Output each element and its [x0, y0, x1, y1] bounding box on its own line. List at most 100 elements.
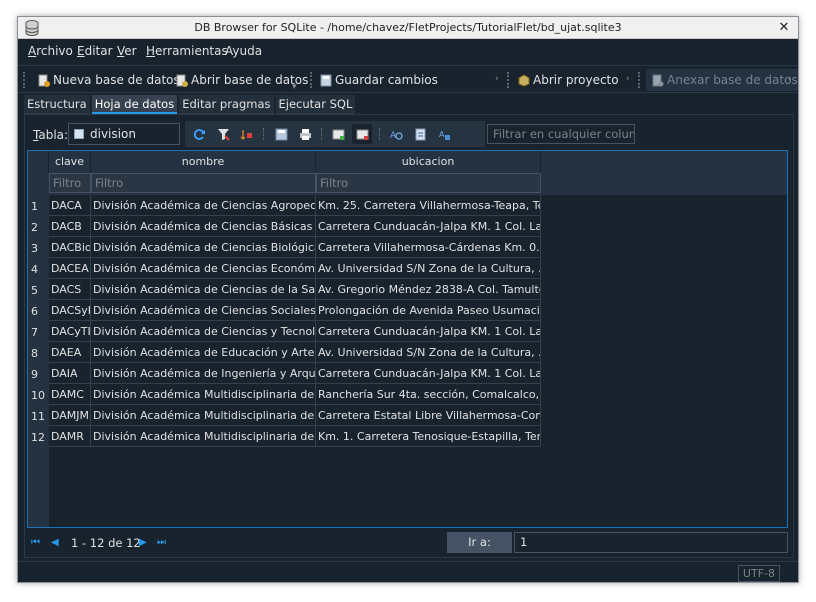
- row-number[interactable]: 9: [28, 363, 49, 384]
- go-to-button[interactable]: Ir a:: [447, 532, 512, 553]
- cell-nombre[interactable]: División Académica de Ciencias y Tecnolo…: [91, 321, 316, 342]
- cell-ubicacion[interactable]: Av. Universidad S/N Zona de la Cultura, …: [316, 342, 541, 363]
- toolbar-more-icon[interactable]: ›: [626, 74, 630, 84]
- cell-nombre[interactable]: División Académica de Ciencias Sociales …: [91, 300, 316, 321]
- row-number[interactable]: 10: [28, 384, 49, 405]
- row-number[interactable]: 5: [28, 279, 49, 300]
- tab-ejecutar-sql[interactable]: Ejecutar SQL: [275, 95, 356, 114]
- cell-nombre[interactable]: División Académica de Ciencias Biológica…: [91, 237, 316, 258]
- cell-nombre[interactable]: División Académica Multidisciplinaria de…: [91, 426, 316, 447]
- table-row[interactable]: 3 DACBiol División Académica de Ciencias B…: [28, 237, 544, 258]
- table-row[interactable]: 1 DACA División Académica de Ciencias Agro…: [28, 195, 544, 216]
- table-row[interactable]: 8 DAEA División Académica de Educación y A…: [28, 342, 544, 363]
- find-button[interactable]: A: [386, 124, 406, 144]
- table-row[interactable]: 5 DACS División Académica de Ciencias de l…: [28, 279, 544, 300]
- open-database-dropdown-icon[interactable]: ▾: [292, 82, 297, 92]
- row-number[interactable]: 1: [28, 195, 49, 216]
- cell-clave[interactable]: DAMC: [49, 384, 91, 405]
- row-number[interactable]: 12: [28, 426, 49, 447]
- previous-page-icon[interactable]: ◀: [51, 537, 59, 548]
- row-number[interactable]: 2: [28, 216, 49, 237]
- cell-ubicacion[interactable]: Carretera Villahermosa-Cárdenas Km. 0.5 …: [316, 237, 541, 258]
- cell-ubicacion[interactable]: Prolongación de Avenida Paseo Usumacinta…: [316, 300, 541, 321]
- cell-clave[interactable]: DACA: [49, 195, 91, 216]
- cell-ubicacion[interactable]: Km. 25. Carretera Villahermosa-Teapa, Te…: [316, 195, 541, 216]
- table-row[interactable]: 6DACSyHDivisión Académica de Ciencias So…: [28, 300, 544, 321]
- global-filter-input[interactable]: Filtrar en cualquier columna: [487, 124, 635, 144]
- encoding-indicator[interactable]: UTF-8: [737, 565, 780, 582]
- column-header-ubicacion[interactable]: ubicacion: [316, 151, 541, 173]
- delete-record-button[interactable]: [352, 124, 372, 144]
- cell-ubicacion[interactable]: Av. Universidad S/N Zona de la Cultura, …: [316, 258, 541, 279]
- row-number[interactable]: 6: [28, 300, 49, 321]
- cell-ubicacion[interactable]: Carretera Cunduacán-Jalpa KM. 1 Col. La …: [316, 321, 541, 342]
- cell-nombre[interactable]: División Académica de Ciencias de la Sal…: [91, 279, 316, 300]
- table-row[interactable]: 9 DAIA División Académica de Ingeniería y …: [28, 363, 544, 384]
- next-page-icon[interactable]: ▶: [139, 537, 147, 548]
- table-row[interactable]: 10 DAMC División Académica Multidisciplina…: [28, 384, 544, 405]
- tab-hoja-de-datos[interactable]: Hoja de datos: [91, 95, 178, 114]
- toolbar-more-icon[interactable]: ›: [495, 74, 499, 84]
- filter-input-nombre[interactable]: Filtro: [91, 173, 316, 193]
- save-changes-button[interactable]: Guardar cambios: [320, 71, 438, 89]
- cell-nombre[interactable]: División Académica de Ingeniería y Arqui…: [91, 363, 316, 384]
- table-select[interactable]: division ▾: [68, 123, 189, 145]
- close-window-button[interactable]: ✕: [776, 20, 792, 36]
- menu-ayuda[interactable]: Ayuda: [225, 44, 262, 58]
- cell-ubicacion[interactable]: Carretera Estatal Libre Villahermosa-Com…: [316, 405, 541, 426]
- table-row[interactable]: 7 DACyTI División Académica de Ciencias y …: [28, 321, 544, 342]
- cell-ubicacion[interactable]: Km. 1. Carretera Tenosique-Estapilla, Te…: [316, 426, 541, 447]
- cell-ubicacion[interactable]: Ranchería Sur 4ta. sección, Comalcalco, …: [316, 384, 541, 405]
- first-page-icon[interactable]: ⏮: [31, 537, 40, 548]
- cell-clave[interactable]: DAIA: [49, 363, 91, 384]
- tab-editar-pragmas[interactable]: Editar pragmas: [179, 95, 274, 114]
- cell-nombre[interactable]: División Académica de Ciencias Agropecua…: [91, 195, 316, 216]
- print-button[interactable]: [295, 124, 315, 144]
- find-replace-button[interactable]: [410, 124, 430, 144]
- menu-herramientas[interactable]: Herramientas: [146, 44, 228, 58]
- menu-archivo[interactable]: Archivo: [28, 44, 73, 58]
- filter-input-ubicacion[interactable]: Filtro: [316, 173, 541, 193]
- row-number[interactable]: 8: [28, 342, 49, 363]
- table-row[interactable]: 4 DACEA División Académica de Ciencias Eco…: [28, 258, 544, 279]
- row-number[interactable]: 11: [28, 405, 49, 426]
- cell-ubicacion[interactable]: Carretera Cunduacán-Jalpa KM. 1 Col. La …: [316, 363, 541, 384]
- cell-nombre[interactable]: División Académica Multidisciplinaria de…: [91, 405, 316, 426]
- last-page-icon[interactable]: ⏭: [157, 537, 166, 548]
- cell-clave[interactable]: DAMR: [49, 426, 91, 447]
- cell-clave[interactable]: DACS: [49, 279, 91, 300]
- attach-database-button[interactable]: Anexar base de datos: [646, 69, 798, 91]
- menu-ver[interactable]: Ver: [117, 44, 137, 58]
- table-row[interactable]: 12 DAMR División Académica Multidisciplina…: [28, 426, 544, 447]
- cell-clave[interactable]: DACEA: [49, 258, 91, 279]
- clear-sort-button[interactable]: [236, 124, 256, 144]
- cell-nombre[interactable]: División Académica Multidisciplinaria de…: [91, 384, 316, 405]
- table-row[interactable]: 11 DAMJM División Académica Multidisciplin…: [28, 405, 544, 426]
- toolbar-more-icon[interactable]: ›: [788, 74, 792, 84]
- menu-editar[interactable]: Editar: [77, 44, 113, 58]
- go-to-input[interactable]: 1: [514, 532, 788, 553]
- column-header-clave[interactable]: clave: [49, 151, 91, 173]
- cell-clave[interactable]: DACSyH: [49, 300, 91, 321]
- new-database-button[interactable]: Nueva base de datos: [38, 71, 180, 89]
- filter-input-clave[interactable]: Filtro: [49, 173, 91, 193]
- row-number[interactable]: 3: [28, 237, 49, 258]
- open-database-button[interactable]: Abrir base de datos: [176, 71, 308, 89]
- cell-clave[interactable]: DACyTI: [49, 321, 91, 342]
- clear-filters-button[interactable]: [213, 124, 233, 144]
- refresh-button[interactable]: [189, 124, 209, 144]
- row-number[interactable]: 4: [28, 258, 49, 279]
- row-number[interactable]: 7: [28, 321, 49, 342]
- cell-ubicacion[interactable]: Av. Gregorio Méndez 2838-A Col. Tamulté,…: [316, 279, 541, 300]
- cell-clave[interactable]: DACB: [49, 216, 91, 237]
- cell-nombre[interactable]: División Académica de Ciencias Básicas: [91, 216, 316, 237]
- cell-clave[interactable]: DAMJM: [49, 405, 91, 426]
- save-table-as-button[interactable]: [271, 124, 291, 144]
- cell-clave[interactable]: DACBiol: [49, 237, 91, 258]
- column-header-nombre[interactable]: nombre: [91, 151, 316, 173]
- open-project-button[interactable]: Abrir proyecto: [518, 71, 619, 89]
- corner-header[interactable]: [28, 151, 49, 173]
- cell-nombre[interactable]: División Académica de Educación y Artes: [91, 342, 316, 363]
- text-format-button[interactable]: A: [434, 124, 454, 144]
- cell-ubicacion[interactable]: Carretera Cunduacán-Jalpa KM. 1 Col. La …: [316, 216, 541, 237]
